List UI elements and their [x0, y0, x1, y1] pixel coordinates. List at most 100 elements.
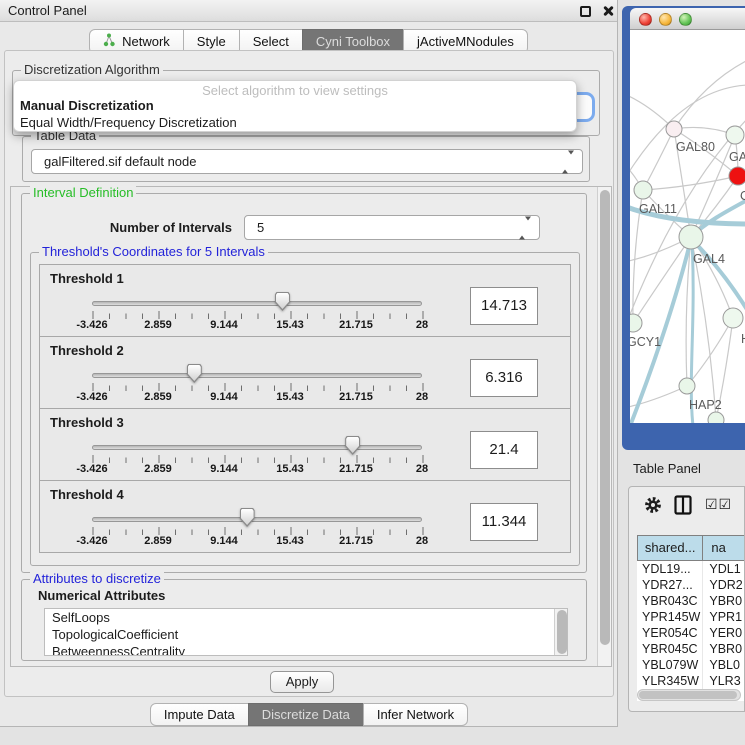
column-header-name[interactable]: na	[702, 535, 745, 561]
network-canvas[interactable]: GAL80GACGAL11GAL4GCY1HHAP2	[630, 30, 745, 423]
network-edge[interactable]	[643, 129, 674, 190]
table-cell-shared-name: YBL079W	[637, 657, 703, 673]
number-of-intervals-combobox[interactable]: 5	[244, 215, 540, 240]
tab-label: Select	[253, 34, 289, 49]
network-node-label: GA	[729, 150, 745, 164]
threshold-panel-2: Threshold 2-3.4262.8599.14415.4321.71528…	[39, 336, 571, 409]
algorithm-options: Manual DiscretizationEqual Width/Frequen…	[14, 97, 576, 131]
table-row[interactable]: YBL079WYBL0	[637, 657, 745, 673]
numerical-attributes-list[interactable]: SelfLoopsTopologicalCoefficientBetweenne…	[44, 608, 568, 656]
attribute-item-topologicalcoefficient[interactable]: TopologicalCoefficient	[45, 626, 567, 643]
numerical-attributes-heading: Numerical Attributes	[38, 588, 165, 603]
network-edge[interactable]	[643, 176, 738, 190]
slider-thumb[interactable]	[187, 364, 202, 383]
table-row[interactable]: YDL19...YDL1	[637, 561, 745, 577]
slider-thumb[interactable]	[240, 508, 255, 527]
network-edge-highlighted[interactable]	[630, 239, 691, 423]
combo-stepper-icon	[562, 154, 574, 169]
slider-scale-label: -3.426	[66, 319, 118, 331]
slider-scale-label: 15.43	[264, 463, 316, 475]
network-node-label: GCY1	[630, 335, 661, 349]
attribute-item-selfloops[interactable]: SelfLoops	[45, 609, 567, 626]
tab-label: Infer Network	[377, 707, 454, 722]
slider-scale-label: 21.715	[330, 535, 382, 547]
table-cell-shared-name: YPR145W	[637, 609, 703, 625]
close-traffic-light-icon[interactable]	[639, 13, 652, 26]
algorithm-option-manual-discretization[interactable]: Manual Discretization	[14, 97, 576, 114]
threshold-slider-4[interactable]: -3.4262.8599.14415.4321.71528	[92, 513, 422, 551]
network-node-right-h[interactable]	[723, 308, 743, 328]
slider-scale-label: 28	[396, 391, 448, 403]
slider-track[interactable]	[92, 517, 422, 522]
table-cell-name: YBR0	[703, 593, 745, 609]
threshold-slider-2[interactable]: -3.4262.8599.14415.4321.71528	[92, 369, 422, 407]
table-cell-shared-name: YDR27...	[637, 577, 703, 593]
table-row[interactable]: YBR045CYBR0	[637, 641, 745, 657]
attribute-item-betweennesscentrality[interactable]: BetweennessCentrality	[45, 643, 567, 656]
close-icon[interactable]	[602, 5, 614, 17]
slider-scale-label: 21.715	[330, 463, 382, 475]
algorithm-option-equal-width-frequency-discretization[interactable]: Equal Width/Frequency Discretization	[14, 114, 576, 131]
settings-vertical-scrollbar[interactable]	[597, 187, 611, 666]
minimize-traffic-light-icon[interactable]	[659, 13, 672, 26]
network-node-gal11[interactable]	[634, 181, 652, 199]
slider-scale-label: 28	[396, 319, 448, 331]
table-row[interactable]: YBR043CYBR0	[637, 593, 745, 609]
network-node-gal80[interactable]	[666, 121, 682, 137]
column-header-shared-name[interactable]: shared...	[637, 535, 703, 561]
float-window-icon[interactable]	[580, 6, 591, 17]
threshold-label: Threshold 1	[50, 271, 124, 286]
slider-scale-label: -3.426	[66, 535, 118, 547]
slider-track[interactable]	[92, 373, 422, 378]
apply-button[interactable]: Apply	[270, 671, 334, 693]
threshold-value-field[interactable]: 21.4	[470, 431, 538, 469]
split-columns-icon[interactable]	[674, 495, 692, 518]
select-columns-checkboxes-icon[interactable]: ☑☑	[705, 496, 732, 513]
threshold-value-field[interactable]: 14.713	[470, 287, 538, 325]
slider-scale-label: 2.859	[132, 391, 184, 403]
threshold-value-field[interactable]: 11.344	[470, 503, 538, 541]
network-node-top-right[interactable]	[726, 126, 744, 144]
tab-discretize-data[interactable]: Discretize Data	[248, 703, 364, 726]
slider-thumb[interactable]	[345, 436, 360, 455]
attributes-list-scrollbar[interactable]	[554, 609, 567, 655]
threshold-label: Threshold 4	[50, 487, 124, 502]
threshold-slider-1[interactable]: -3.4262.8599.14415.4321.71528	[92, 297, 422, 335]
table-row[interactable]: YLR345WYLR3	[637, 673, 745, 689]
tab-label: Cyni Toolbox	[316, 34, 390, 49]
table-horizontal-scrollbar[interactable]	[637, 689, 741, 701]
tab-infer-network[interactable]: Infer Network	[363, 703, 468, 726]
slider-track[interactable]	[92, 301, 422, 306]
gear-icon[interactable]	[643, 495, 663, 518]
network-edge-highlighted[interactable]	[691, 242, 693, 423]
tab-label: Discretize Data	[262, 707, 350, 722]
threshold-value-field[interactable]: 6.316	[470, 359, 538, 397]
slider-scale-label: 15.43	[264, 391, 316, 403]
attributes-group-title: Attributes to discretize	[30, 571, 164, 587]
network-window-titlebar[interactable]	[630, 8, 745, 30]
slider-thumb[interactable]	[275, 292, 290, 311]
table-panel-window: ☑☑ shared... na YDL19...YDL1YDR27...YDR2…	[628, 486, 745, 712]
table-row[interactable]: YER054CYER0	[637, 625, 745, 641]
network-node-bottom-node[interactable]	[708, 412, 724, 423]
table-cell-shared-name: YDL19...	[637, 561, 703, 577]
network-node-hap2[interactable]	[679, 378, 695, 394]
control-panel-titlebar: Control Panel	[0, 0, 617, 22]
slider-scale-label: 2.859	[132, 319, 184, 331]
tab-impute-data[interactable]: Impute Data	[150, 703, 249, 726]
table-row[interactable]: YDR27...YDR2	[637, 577, 745, 593]
slider-scale-label: 9.144	[198, 463, 250, 475]
threshold-slider-3[interactable]: -3.4262.8599.14415.4321.71528	[92, 441, 422, 479]
cyni-toolbox-panel: Discretization Algorithm Select algorith…	[4, 50, 614, 697]
network-node-label: GAL4	[693, 252, 725, 266]
network-node-gcy1[interactable]	[630, 314, 642, 332]
slider-track[interactable]	[92, 445, 422, 450]
table-data-combobox[interactable]: galFiltered.sif default node	[31, 149, 583, 174]
zoom-traffic-light-icon[interactable]	[679, 13, 692, 26]
table-data-group: Table Data galFiltered.sif default node	[22, 136, 590, 182]
threshold-panel-4: Threshold 4 -3.4262.8599.14415.4321.71528…	[39, 480, 571, 553]
table-row[interactable]: YPR145WYPR1	[637, 609, 745, 625]
network-node-gal4[interactable]	[679, 225, 703, 249]
tab-label: jActiveMNodules	[417, 34, 514, 49]
network-node-red-node[interactable]	[729, 167, 745, 185]
